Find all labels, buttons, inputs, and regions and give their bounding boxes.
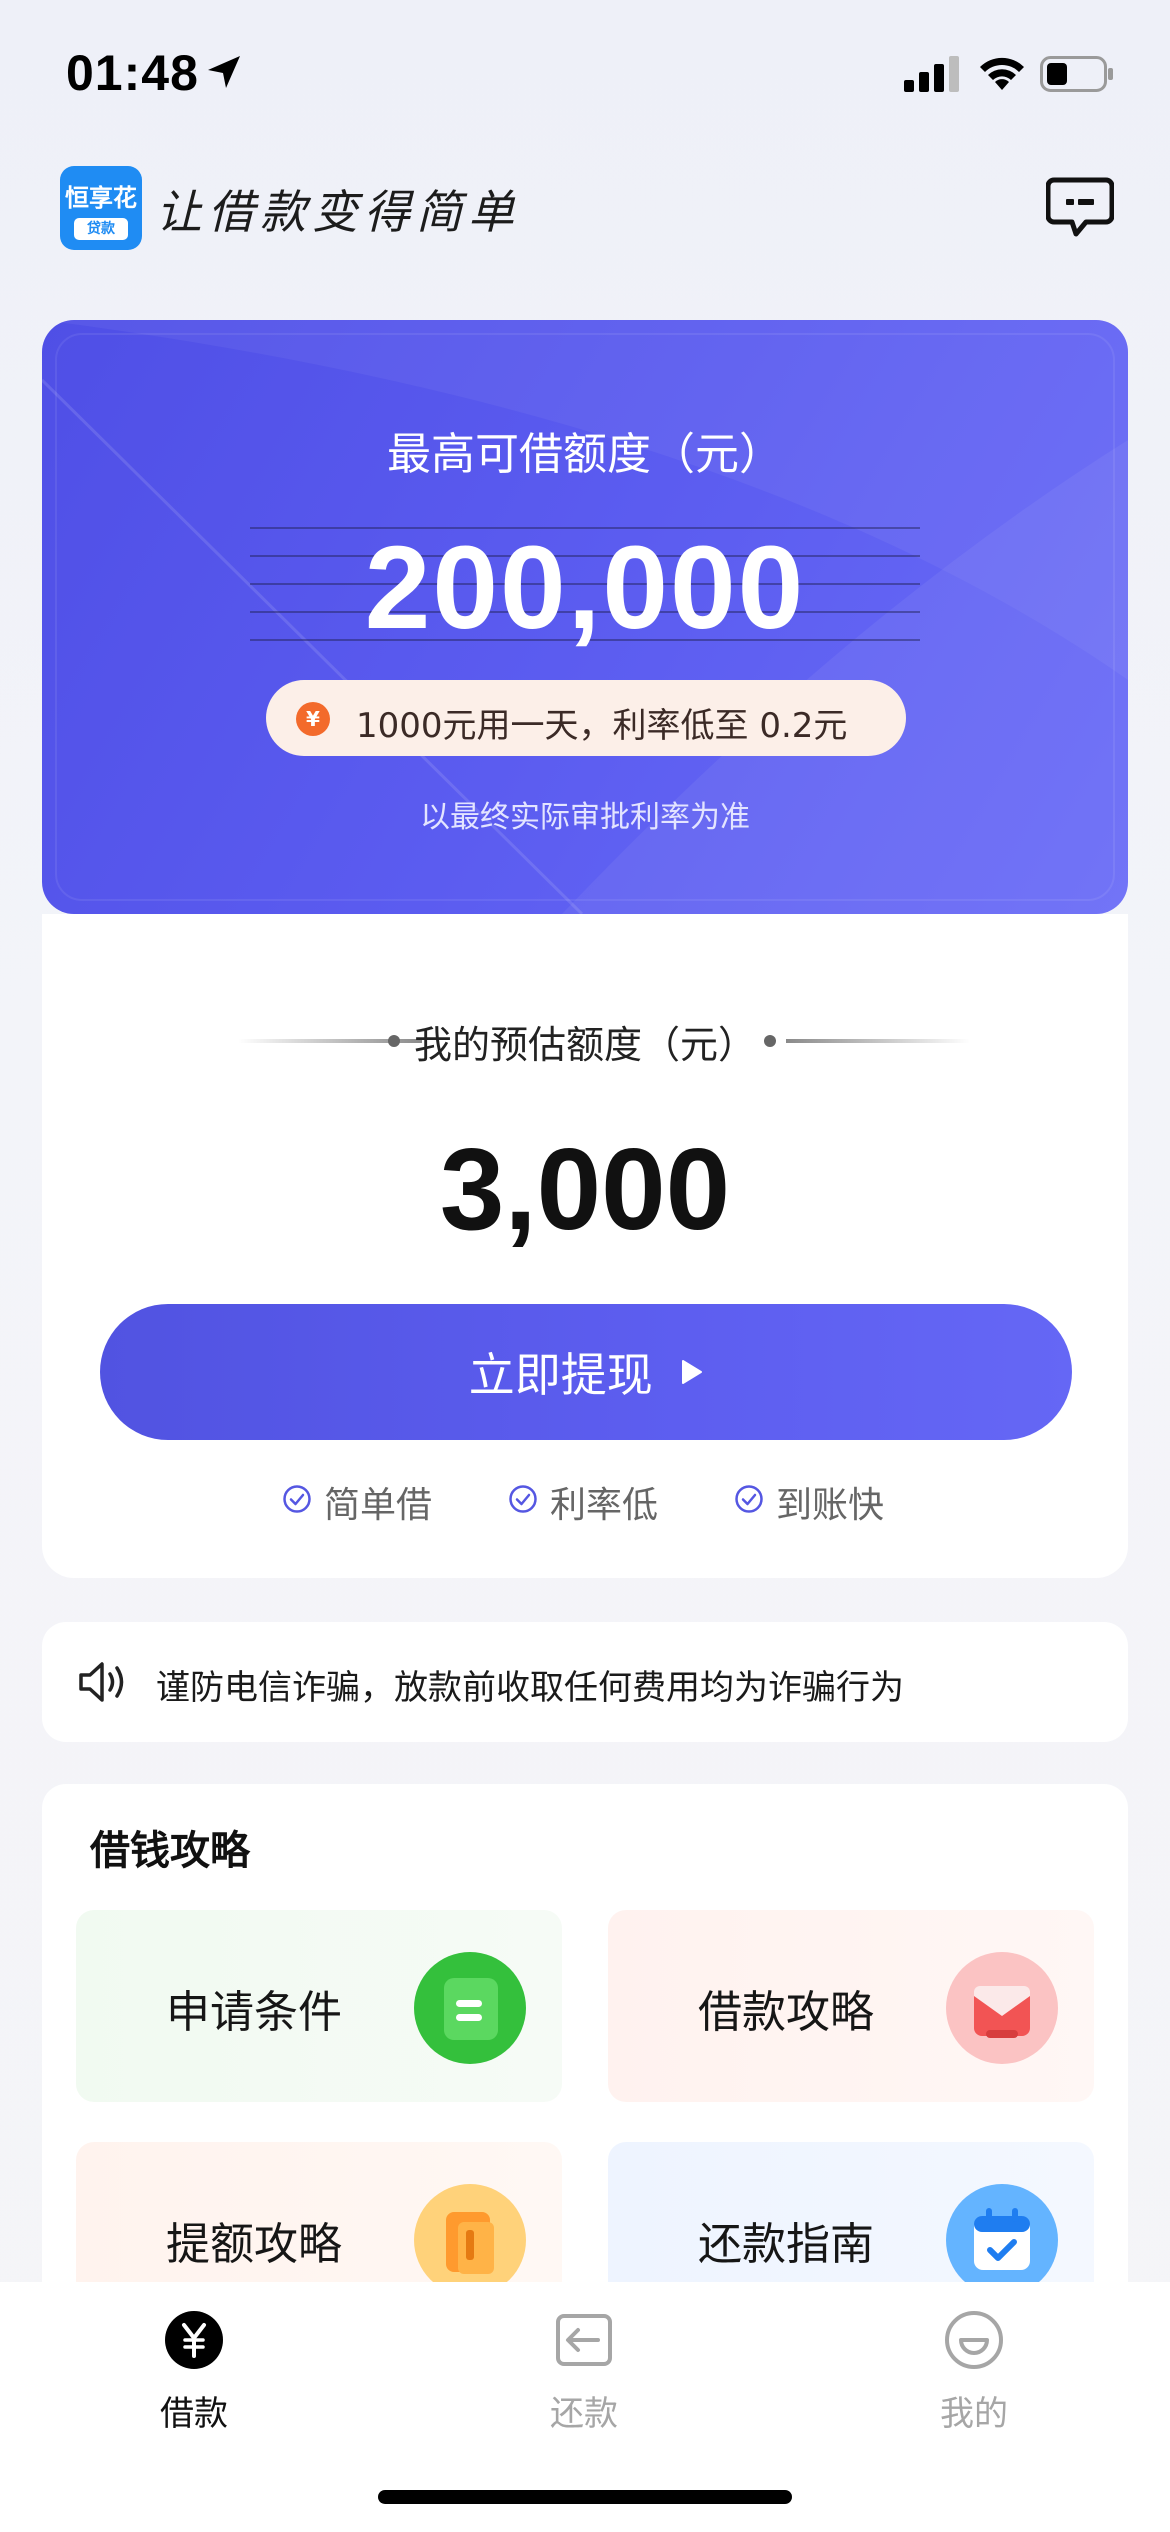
guide-tile-label: 还款指南 [698, 2219, 874, 2270]
tab-label: 我的 [940, 2394, 1008, 2434]
feature-label: 利率低 [550, 1485, 659, 1526]
estimated-credit-card: 我的预估额度（元） 3,000 立即提现 简单借 利率低 到账快 [42, 914, 1128, 1578]
withdraw-button-label: 立即提现 [468, 1348, 653, 1402]
speaker-icon [79, 1662, 124, 1702]
battery-icon [1040, 56, 1113, 92]
status-bar: 01:48 [0, 0, 1170, 150]
location-arrow-icon [208, 56, 240, 88]
max-credit-amount: 200,000 [364, 522, 806, 654]
message-icon[interactable] [1046, 176, 1114, 238]
app-slogan: 让借款变得简单 [156, 185, 520, 239]
fraud-notice-text: 谨防电信诈骗，放款前收取任何费用均为诈骗行为 [156, 1668, 904, 1708]
logo-text: 恒享花 [65, 184, 137, 212]
logo-subtext: 贷款 [74, 218, 128, 240]
max-credit-card: 最高可借额度（元） 200,000 ¥ 1000元用一天，利率低至 0.2元 以… [42, 320, 1128, 914]
tab-repay[interactable]: 还款 [484, 2282, 684, 2442]
home-indicator[interactable] [378, 2490, 792, 2504]
wifi-icon [980, 57, 1024, 90]
rate-disclaimer: 以最终实际审批利率为准 [420, 800, 750, 835]
app-logo: 恒享花 贷款 [60, 166, 142, 250]
guide-tile-borrowing-tips[interactable]: 借款攻略 [608, 1910, 1094, 2102]
feature-label: 简单借 [324, 1485, 433, 1526]
red-envelope-icon [946, 1952, 1058, 2064]
yuan-coin-icon: ¥ [296, 702, 330, 736]
tab-label: 借款 [160, 2394, 228, 2434]
guide-tile-label: 提额攻略 [166, 2219, 342, 2270]
tab-borrow[interactable]: 借款 [94, 2282, 294, 2442]
blue-calendar-icon [946, 2184, 1058, 2296]
rate-promo-text: 1000元用一天，利率低至 0.2元 [356, 706, 848, 746]
profile-icon [945, 2311, 1003, 2369]
tab-label: 还款 [550, 2394, 618, 2434]
play-arrow-icon [682, 1360, 703, 1384]
feature-list: 简单借 利率低 到账快 [42, 1474, 1128, 1526]
withdraw-now-button[interactable]: 立即提现 [100, 1304, 1072, 1440]
rate-promo-pill: ¥ 1000元用一天，利率低至 0.2元 [266, 680, 906, 756]
status-time: 01:48 [66, 45, 199, 101]
check-circle-icon [283, 1485, 311, 1513]
fraud-notice-bar[interactable]: 谨防电信诈骗，放款前收取任何费用均为诈骗行为 [42, 1622, 1128, 1742]
yuan-icon [165, 2311, 223, 2369]
orange-card-icon [414, 2184, 526, 2296]
feature-label: 到账快 [776, 1485, 885, 1526]
title-divider-right [786, 1039, 970, 1043]
check-circle-icon [509, 1485, 537, 1513]
cellular-signal-icon [904, 56, 959, 92]
check-circle-icon [735, 1485, 763, 1513]
guide-tile-label: 申请条件 [166, 1987, 342, 2038]
estimated-credit-amount: 3,000 [439, 1124, 731, 1254]
guide-tile-label: 借款攻略 [698, 1987, 874, 2038]
guide-tile-application-conditions[interactable]: 申请条件 [76, 1910, 562, 2102]
green-document-icon [414, 1952, 526, 2064]
title-dot-right [764, 1035, 776, 1047]
tab-mine[interactable]: 我的 [874, 2282, 1074, 2442]
max-credit-title: 最高可借额度（元） [387, 429, 783, 480]
guide-section-title: 借钱攻略 [90, 1828, 250, 1874]
return-icon [556, 2314, 612, 2366]
